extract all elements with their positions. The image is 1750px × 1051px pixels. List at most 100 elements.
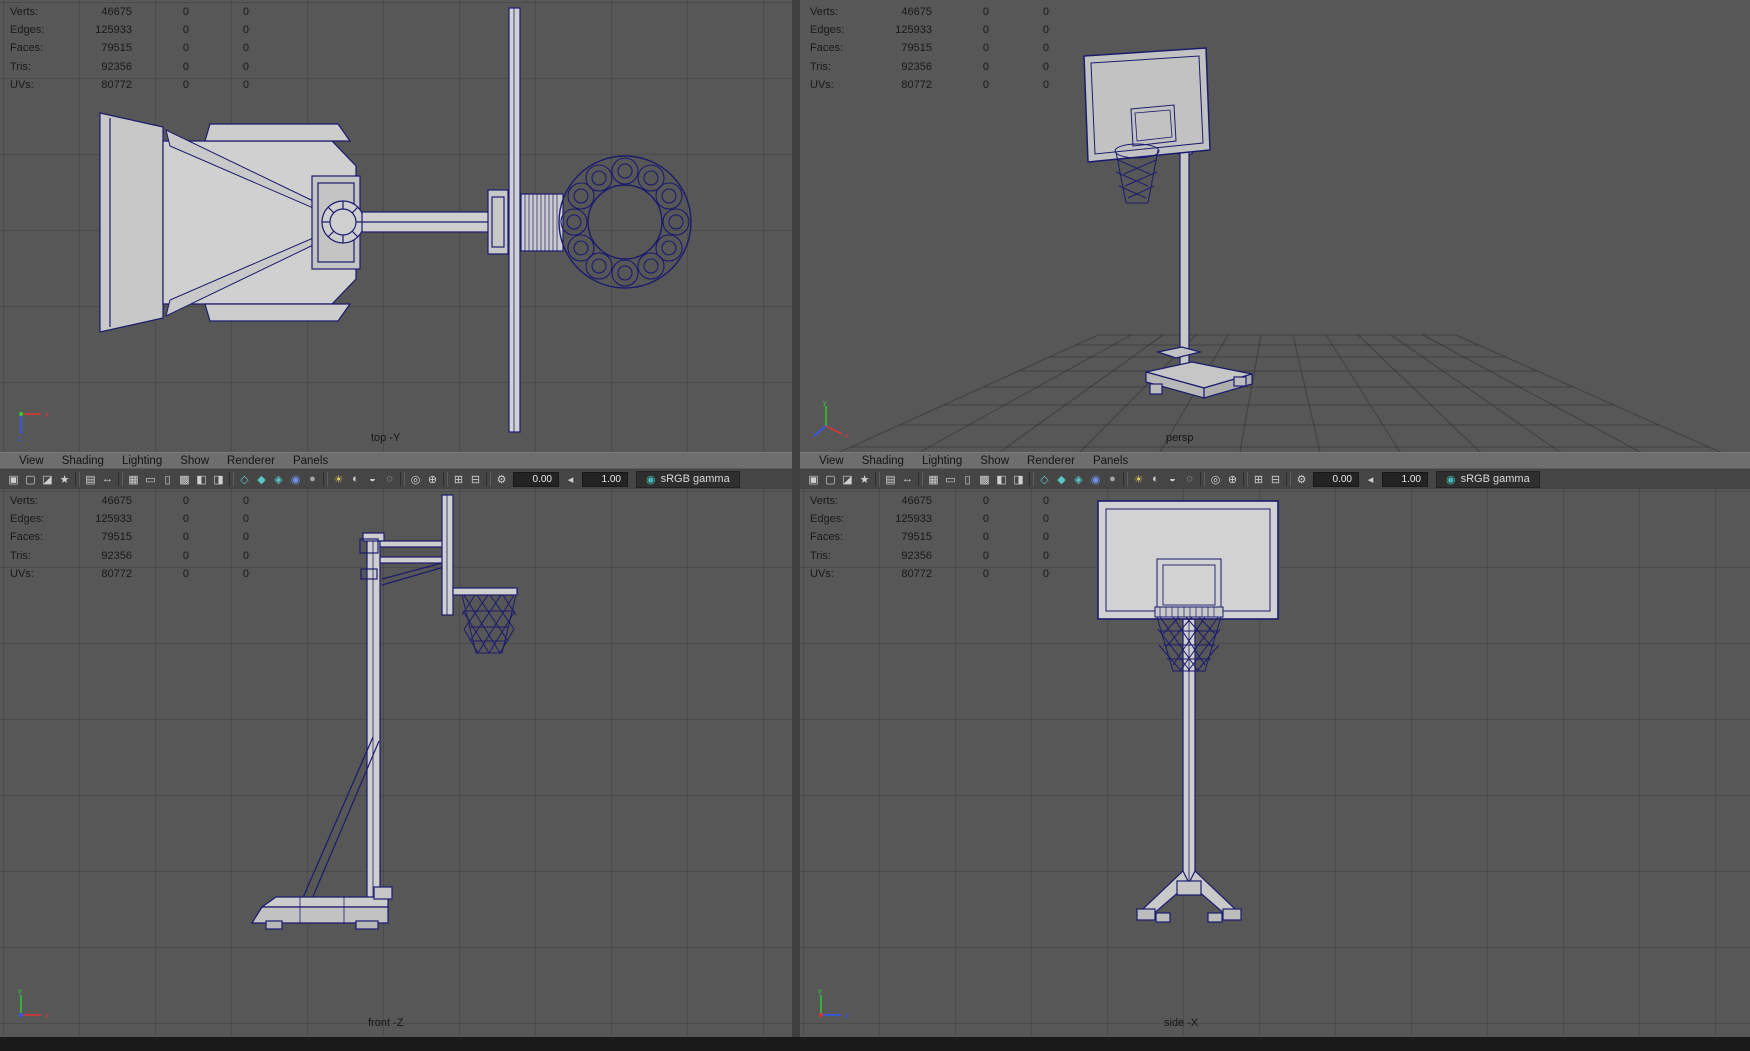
use-lights-icon[interactable]: ☀ (330, 471, 347, 488)
hud-row: UVs: 80772 0 0 (10, 565, 249, 583)
select-camera-icon[interactable]: ▣ (5, 471, 22, 488)
viewport-side[interactable]: Verts: 46675 0 0 Edges: 125933 0 0 Faces… (800, 489, 1750, 1037)
panel-header-left: View Shading Lighting Show Renderer Panels ▣ ▢… (0, 452, 792, 489)
paste-view-icon[interactable]: ⊟ (467, 471, 484, 488)
viewport-top[interactable]: Verts: 46675 0 0 Edges: 125933 0 0 Faces… (0, 0, 792, 452)
menu-item[interactable]: Lighting (113, 455, 171, 467)
exposure-field[interactable]: 0.00 (1313, 471, 1359, 487)
select-camera-icon[interactable]: ▣ (805, 471, 822, 488)
safe-action-icon[interactable]: ◧ (193, 471, 210, 488)
smooth-shade-icon[interactable]: ◆ (1053, 471, 1070, 488)
motion-blur-icon[interactable]: ◌ (1181, 471, 1198, 488)
menu-item[interactable]: Panels (1084, 455, 1137, 467)
pan-zoom-icon[interactable]: ↔ (99, 471, 116, 488)
rim-bracket (520, 193, 564, 252)
copy-view-icon[interactable]: ⊞ (1250, 471, 1267, 488)
film-gate-icon[interactable]: ▭ (942, 471, 959, 488)
lock-camera-icon[interactable]: ▢ (822, 471, 839, 488)
menu-item[interactable]: Renderer (1018, 455, 1084, 467)
grid-icon[interactable]: ▦ (125, 471, 142, 488)
toolbar-separator (75, 472, 80, 486)
menu-item[interactable]: View (10, 455, 53, 467)
bookmark-icon[interactable]: ★ (56, 471, 73, 488)
exposure-field[interactable]: 0.00 (513, 471, 559, 487)
wireframe-mode-icon[interactable]: ◇ (236, 471, 253, 488)
gamma-field[interactable]: 1.00 (1382, 471, 1428, 487)
menu-item[interactable]: Panels (284, 455, 337, 467)
menu-item[interactable]: Shading (853, 455, 913, 467)
hud-col2: 0 (182, 531, 189, 544)
safe-action-icon[interactable]: ◧ (993, 471, 1010, 488)
poly-count-hud: Verts: 46675 0 0 Edges: 125933 0 0 Faces… (810, 3, 1049, 94)
pole (1177, 139, 1193, 373)
toolbar-separator (875, 472, 880, 486)
gate-mask-icon[interactable]: ▩ (176, 471, 193, 488)
viewport-front[interactable]: Verts: 46675 0 0 Edges: 125933 0 0 Faces… (0, 489, 792, 1037)
menu-item[interactable]: View (810, 455, 853, 467)
paint-icon[interactable]: ⊕ (1224, 471, 1241, 488)
exposure-gear-icon[interactable]: ⚙ (493, 471, 510, 488)
menu-item[interactable]: Renderer (218, 455, 284, 467)
default-material-icon[interactable]: ● (1104, 471, 1121, 488)
gate-mask-icon[interactable]: ▩ (976, 471, 993, 488)
colorspace-chip[interactable]: ◉ sRGB gamma (636, 470, 740, 488)
shadows-icon[interactable]: ◐ (347, 471, 364, 488)
resolution-gate-icon[interactable]: ▯ (959, 471, 976, 488)
pan-zoom-icon[interactable]: ↔ (899, 471, 916, 488)
lock-camera-icon[interactable]: ▢ (22, 471, 39, 488)
paint-icon[interactable]: ⊕ (424, 471, 441, 488)
menu-item[interactable]: Lighting (913, 455, 971, 467)
paste-view-icon[interactable]: ⊟ (1267, 471, 1284, 488)
occlusion-icon[interactable]: ◒ (364, 471, 381, 488)
hud-row: Verts: 46675 0 0 (810, 3, 1049, 21)
isolate-select-icon[interactable]: ◎ (1207, 471, 1224, 488)
viewport-camera-label: top -Y (371, 432, 401, 444)
motion-blur-icon[interactable]: ◌ (381, 471, 398, 488)
hud-col2: 0 (182, 513, 189, 526)
camera-attributes-icon[interactable]: ◪ (39, 471, 56, 488)
hud-col2: 0 (982, 78, 989, 91)
bookmark-icon[interactable]: ★ (856, 471, 873, 488)
poly-count-hud: Verts: 46675 0 0 Edges: 125933 0 0 Faces… (10, 492, 249, 583)
exposure-gear-icon[interactable]: ⚙ (1293, 471, 1310, 488)
isolate-select-icon[interactable]: ◎ (407, 471, 424, 488)
image-plane-icon[interactable]: ▤ (882, 471, 899, 488)
wireframe-on-shaded-icon[interactable]: ◉ (287, 471, 304, 488)
hud-value: 125933 (95, 24, 132, 37)
textured-mode-icon[interactable]: ◈ (270, 471, 287, 488)
panel-divider[interactable] (792, 0, 800, 1037)
hud-label: Verts: (810, 495, 839, 507)
hud-row: Tris: 92356 0 0 (10, 58, 249, 76)
default-material-icon[interactable]: ● (304, 471, 321, 488)
hud-col2: 0 (982, 495, 989, 507)
menu-item[interactable]: Show (171, 455, 218, 467)
shadows-icon[interactable]: ◐ (1147, 471, 1164, 488)
camera-attributes-icon[interactable]: ◪ (839, 471, 856, 488)
use-lights-icon[interactable]: ☀ (1130, 471, 1147, 488)
viewport-persp[interactable]: Verts: 46675 0 0 Edges: 125933 0 0 Faces… (800, 0, 1750, 452)
image-plane-icon[interactable]: ▤ (82, 471, 99, 488)
menu-item[interactable]: Show (971, 455, 1018, 467)
colorspace-chip[interactable]: ◉ sRGB gamma (1436, 470, 1540, 488)
textured-mode-icon[interactable]: ◈ (1070, 471, 1087, 488)
wireframe-on-shaded-icon[interactable]: ◉ (1087, 471, 1104, 488)
toolbar-separator (323, 472, 328, 486)
resolution-gate-icon[interactable]: ▯ (159, 471, 176, 488)
menu-item[interactable]: Shading (53, 455, 113, 467)
copy-view-icon[interactable]: ⊞ (450, 471, 467, 488)
gamma-toggle-icon[interactable]: ◂ (1362, 471, 1379, 488)
hud-value: 79515 (101, 42, 132, 55)
wireframe-mode-icon[interactable]: ◇ (1036, 471, 1053, 488)
ground-plane-grid (839, 334, 1721, 452)
film-gate-icon[interactable]: ▭ (142, 471, 159, 488)
toolbar-separator (1286, 472, 1291, 486)
smooth-shade-icon[interactable]: ◆ (253, 471, 270, 488)
safe-title-icon[interactable]: ◨ (210, 471, 227, 488)
toolbar-separator (400, 472, 405, 486)
safe-title-icon[interactable]: ◨ (1010, 471, 1027, 488)
gamma-toggle-icon[interactable]: ◂ (562, 471, 579, 488)
gamma-field[interactable]: 1.00 (582, 471, 628, 487)
occlusion-icon[interactable]: ◒ (1164, 471, 1181, 488)
poly-count-hud: Verts: 46675 0 0 Edges: 125933 0 0 Faces… (810, 492, 1049, 583)
grid-icon[interactable]: ▦ (925, 471, 942, 488)
